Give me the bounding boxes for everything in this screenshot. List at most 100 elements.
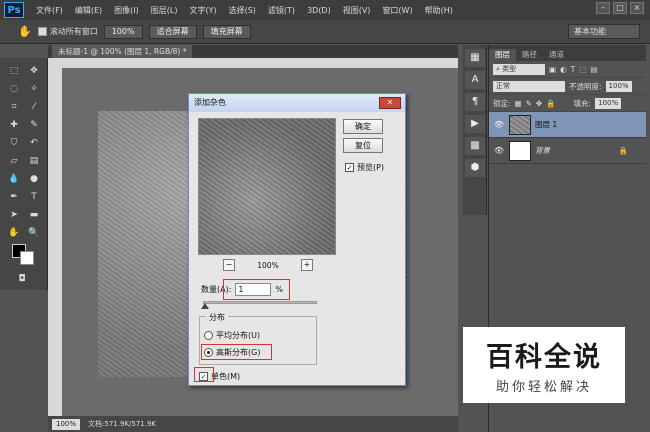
crop-tool-icon[interactable]: ⌗ xyxy=(6,100,22,114)
pen-tool-icon[interactable]: ✒ xyxy=(6,190,22,204)
paragraph-icon[interactable]: ¶ xyxy=(465,93,485,111)
zoom-out-icon[interactable]: − xyxy=(223,259,235,271)
preview-checkbox[interactable]: ✓ xyxy=(345,163,354,172)
type-tool-icon[interactable]: T xyxy=(26,190,42,204)
eraser-tool-icon[interactable]: ▱ xyxy=(6,154,22,168)
lock-transparency-icon[interactable]: ▦ xyxy=(515,99,522,108)
menu-select[interactable]: 选择(S) xyxy=(223,5,262,16)
preview-zoom-row: − 100% + xyxy=(223,259,313,271)
menu-type[interactable]: 文字(Y) xyxy=(183,5,222,16)
menu-edit[interactable]: 编辑(E) xyxy=(69,5,108,16)
tab-layers[interactable]: 图层 xyxy=(489,49,516,61)
uniform-option[interactable]: 平均分布(U) xyxy=(204,330,260,341)
preview-option[interactable]: ✓ 预览(P) xyxy=(345,162,384,173)
zoom-in-icon[interactable]: + xyxy=(300,259,313,271)
layer-row-layer1[interactable]: 👁 图层 1 xyxy=(489,112,646,138)
move-tool-icon[interactable]: ✥ xyxy=(26,64,42,78)
photoshop-logo: Ps xyxy=(4,2,24,18)
swatches-icon[interactable]: ▩ xyxy=(465,137,485,155)
menu-help[interactable]: 帮助(H) xyxy=(419,5,459,16)
reset-button[interactable]: 复位 xyxy=(343,138,383,153)
fill-label: 填充: xyxy=(573,98,592,108)
options-bar: ✋ 滚动所有窗口 100% 适合屏幕 填充屏幕 基本功能 xyxy=(0,20,650,44)
lock-row: 锁定: ▦ ✎ ✥ 🔒 填充: 100% xyxy=(489,95,646,112)
hand-tool-icon[interactable]: ✋ xyxy=(6,226,22,240)
clone-stamp-tool-icon[interactable]: ⛉ xyxy=(6,136,22,150)
filter-shape-icon[interactable]: ⬚ xyxy=(579,65,586,74)
path-selection-tool-icon[interactable]: ➤ xyxy=(6,208,22,222)
magic-wand-tool-icon[interactable]: ✧ xyxy=(26,82,42,96)
tools-panel: ⬚ ✥ ◌ ✧ ⌗ ⁄ ✚ ✎ ⛉ ↶ ▱ ▤ 💧 ● ✒ T ➤ ▬ ✋ 🔍 … xyxy=(0,58,48,290)
actions-icon[interactable]: ▶ xyxy=(465,115,485,133)
visibility-eye-icon[interactable]: 👁 xyxy=(493,146,505,155)
menu-image[interactable]: 图像(I) xyxy=(108,5,145,16)
lock-position-icon[interactable]: ✥ xyxy=(536,99,542,108)
zoom-tool-icon[interactable]: 🔍 xyxy=(26,226,42,240)
layer-name: 背景 xyxy=(535,146,550,155)
fill-screen-button[interactable]: 填充屏幕 xyxy=(202,24,251,39)
fill-field[interactable]: 100% xyxy=(595,97,622,109)
gradient-tool-icon[interactable]: ▤ xyxy=(26,154,42,168)
rectangle-tool-icon[interactable]: ▬ xyxy=(26,208,42,222)
maximize-button[interactable]: □ xyxy=(613,2,627,14)
ok-button[interactable]: 确定 xyxy=(343,119,383,134)
dialog-close-button[interactable]: ✕ xyxy=(379,97,401,109)
filter-pixel-icon[interactable]: ▣ xyxy=(549,65,556,74)
amount-highlight xyxy=(223,279,290,300)
uniform-radio[interactable] xyxy=(204,331,213,340)
hand-tool-icon[interactable]: ✋ xyxy=(18,25,32,38)
add-noise-dialog: 添加杂色 ✕ 确定 复位 ✓ 预览(P) − 100% + 数量(A): 1 % … xyxy=(188,93,406,386)
background-color-swatch[interactable] xyxy=(20,251,34,265)
blur-tool-icon[interactable]: 💧 xyxy=(6,172,22,186)
menu-bar: Ps 文件(F) 编辑(E) 图像(I) 图层(L) 文字(Y) 选择(S) 滤… xyxy=(0,0,650,20)
uniform-label: 平均分布(U) xyxy=(216,331,261,340)
scroll-all-checkbox[interactable] xyxy=(37,27,47,36)
quick-mask-icon[interactable]: ◘ xyxy=(14,272,30,286)
opacity-label: 不透明度: xyxy=(569,81,602,91)
filter-smart-icon[interactable]: ▤ xyxy=(590,65,597,74)
opacity-field[interactable]: 100% xyxy=(605,80,632,92)
character-icon[interactable]: A xyxy=(465,71,485,89)
vertical-ruler xyxy=(48,58,62,416)
dialog-title: 添加杂色 xyxy=(189,94,405,112)
menu-file[interactable]: 文件(F) xyxy=(30,5,69,16)
menu-view[interactable]: 视图(V) xyxy=(337,5,377,16)
healing-brush-tool-icon[interactable]: ✚ xyxy=(6,118,22,132)
close-window-button[interactable]: × xyxy=(630,2,644,14)
marquee-tool-icon[interactable]: ⬚ xyxy=(6,64,22,78)
menu-filter[interactable]: 滤镜(T) xyxy=(262,5,301,16)
history-brush-tool-icon[interactable]: ↶ xyxy=(26,136,42,150)
dodge-tool-icon[interactable]: ● xyxy=(26,172,42,186)
lock-all-icon[interactable]: 🔒 xyxy=(546,99,555,108)
status-zoom-field[interactable]: 100% xyxy=(52,418,81,430)
minimize-button[interactable]: – xyxy=(596,2,610,14)
layer-filter-row: ⌕ 类型 ▣ ◐ T ⬚ ▤ xyxy=(489,61,646,78)
layer-row-background[interactable]: 👁 背景 🔒 xyxy=(489,138,646,164)
tab-paths[interactable]: 路径 xyxy=(516,49,543,61)
document-tab[interactable]: 未标题-1 @ 100% (图层 1, RGB/8) * xyxy=(52,45,193,58)
amount-slider-track[interactable] xyxy=(203,301,317,304)
scroll-all-windows-option[interactable]: 滚动所有窗口 xyxy=(37,26,98,37)
filter-type-icon[interactable]: T xyxy=(571,65,576,74)
tab-channels[interactable]: 通道 xyxy=(543,49,570,61)
blend-row: 正常 不透明度: 100% xyxy=(489,78,646,95)
fit-screen-button[interactable]: 适合屏幕 xyxy=(148,24,197,39)
filter-adjustment-icon[interactable]: ◐ xyxy=(560,65,567,74)
history-icon[interactable]: ▦ xyxy=(465,49,485,67)
brush-tool-icon[interactable]: ✎ xyxy=(26,118,42,132)
menu-window[interactable]: 窗口(W) xyxy=(376,5,418,16)
lock-image-icon[interactable]: ✎ xyxy=(526,99,532,108)
eyedropper-tool-icon[interactable]: ⁄ xyxy=(26,100,42,114)
amount-slider-thumb[interactable] xyxy=(201,303,209,309)
horizontal-ruler xyxy=(62,58,458,68)
zoom-100-button[interactable]: 100% xyxy=(103,24,143,39)
kind-filter-select[interactable]: ⌕ 类型 xyxy=(493,63,545,75)
menu-3d[interactable]: 3D(D) xyxy=(301,6,337,15)
workspace-select[interactable]: 基本功能 xyxy=(568,24,640,39)
visibility-eye-icon[interactable]: 👁 xyxy=(493,120,505,129)
blend-mode-select[interactable]: 正常 xyxy=(493,80,565,92)
menu-layer[interactable]: 图层(L) xyxy=(145,5,184,16)
3d-icon[interactable]: ⬢ xyxy=(465,159,485,177)
filter-preview[interactable] xyxy=(198,118,336,255)
lasso-tool-icon[interactable]: ◌ xyxy=(6,82,22,96)
